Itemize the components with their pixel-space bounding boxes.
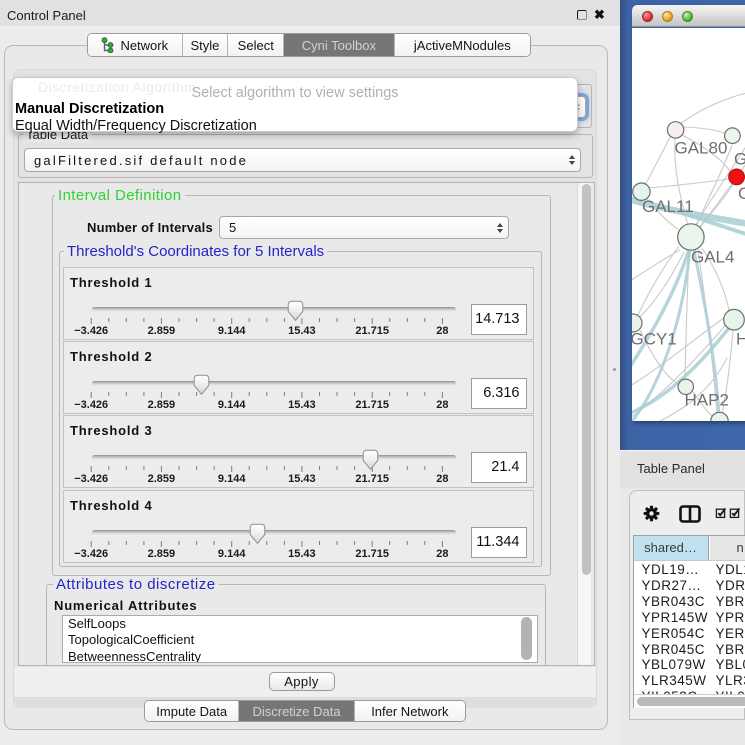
svg-text:GAL80: GAL80	[675, 139, 728, 158]
svg-text:GAL11: GAL11	[642, 197, 694, 216]
svg-text:GAL4: GAL4	[691, 248, 734, 267]
svg-text:HAP2: HAP2	[685, 391, 729, 410]
svg-text:G: G	[738, 184, 745, 203]
svg-text:G.: G.	[734, 150, 745, 169]
svg-text:H: H	[736, 330, 745, 349]
svg-text:GCY1: GCY1	[632, 330, 677, 349]
